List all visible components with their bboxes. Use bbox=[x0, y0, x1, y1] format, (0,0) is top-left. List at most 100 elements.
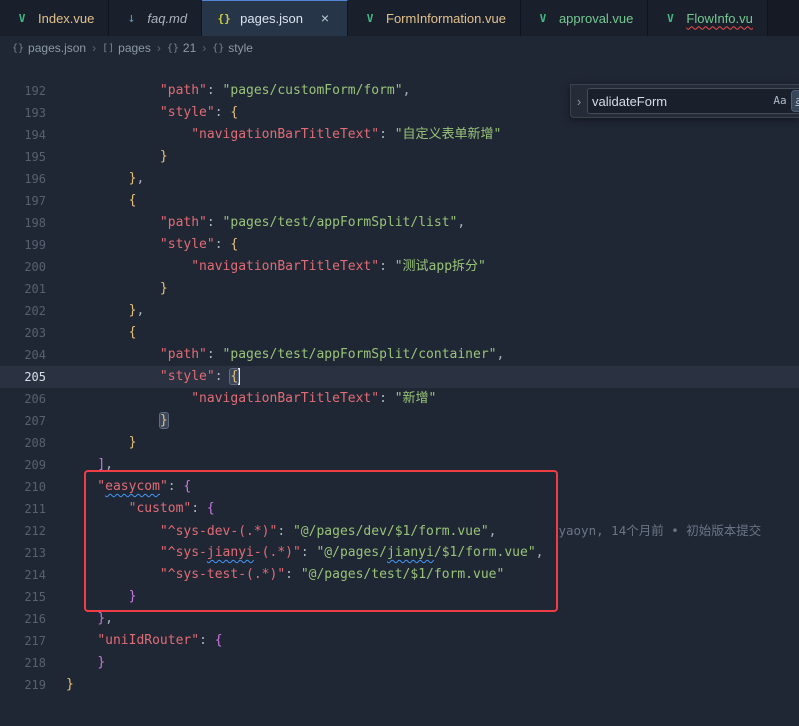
line-content: "style": { bbox=[66, 102, 238, 124]
line-number[interactable]: 212 bbox=[0, 520, 46, 542]
code-line-213[interactable]: 213 "^sys-jianyi-(.*)": "@/pages/jianyi/… bbox=[0, 542, 799, 564]
code-token bbox=[66, 611, 97, 626]
code-line-214[interactable]: 214 "^sys-test-(.*)": "@/pages/test/$1/f… bbox=[0, 564, 799, 586]
line-number[interactable]: 219 bbox=[0, 674, 46, 696]
code-line-196[interactable]: 196 }, bbox=[0, 168, 799, 190]
code-token: "style" bbox=[160, 237, 215, 252]
code-line-201[interactable]: 201 } bbox=[0, 278, 799, 300]
line-number[interactable]: 193 bbox=[0, 102, 46, 124]
code-token bbox=[66, 655, 97, 670]
code-token: { bbox=[230, 369, 238, 384]
code-line-197[interactable]: 197 { bbox=[0, 190, 799, 212]
line-content: "custom": { bbox=[66, 498, 215, 520]
line-number[interactable]: 201 bbox=[0, 278, 46, 300]
line-number[interactable]: 208 bbox=[0, 432, 46, 454]
find-input[interactable] bbox=[592, 94, 768, 109]
code-line-203[interactable]: 203 { bbox=[0, 322, 799, 344]
code-token: "path" bbox=[160, 83, 207, 98]
code-line-210[interactable]: 210 "easycom": { bbox=[0, 476, 799, 498]
code-token: /$1/form.vue" bbox=[434, 545, 536, 560]
line-number[interactable]: 213 bbox=[0, 542, 46, 564]
code-line-194[interactable]: 194 "navigationBarTitleText": "自定义表单新增" bbox=[0, 124, 799, 146]
line-number[interactable]: 209 bbox=[0, 454, 46, 476]
tab-FormInformation.vue[interactable]: VFormInformation.vue bbox=[348, 0, 521, 36]
toggle-replace-chevron-icon[interactable]: › bbox=[571, 94, 587, 109]
code-line-202[interactable]: 202 }, bbox=[0, 300, 799, 322]
code-line-215[interactable]: 215 } bbox=[0, 586, 799, 608]
line-number[interactable]: 211 bbox=[0, 498, 46, 520]
code-line-206[interactable]: 206 "navigationBarTitleText": "新增" bbox=[0, 388, 799, 410]
code-line-205[interactable]: 205 "style": { bbox=[0, 366, 799, 388]
line-number[interactable]: 204 bbox=[0, 344, 46, 366]
code-line-216[interactable]: 216 }, bbox=[0, 608, 799, 630]
breadcrumb-item-pages.json[interactable]: {}pages.json bbox=[12, 41, 86, 55]
line-number[interactable]: 203 bbox=[0, 322, 46, 344]
line-number[interactable]: 196 bbox=[0, 168, 46, 190]
editor[interactable]: › Aa ab .* 192 "path": "pages/customForm… bbox=[0, 60, 799, 726]
line-number[interactable]: 205 bbox=[0, 366, 46, 388]
code-token: } bbox=[160, 149, 168, 164]
tab-FlowInfo.vu[interactable]: VFlowInfo.vu bbox=[648, 0, 767, 36]
code-line-211[interactable]: 211 "custom": { bbox=[0, 498, 799, 520]
tab-close-icon[interactable]: × bbox=[317, 11, 333, 27]
breadcrumb-item-pages[interactable]: []pages bbox=[102, 41, 151, 55]
code-line-200[interactable]: 200 "navigationBarTitleText": "测试app拆分" bbox=[0, 256, 799, 278]
code-line-204[interactable]: 204 "path": "pages/test/appFormSplit/con… bbox=[0, 344, 799, 366]
code-token: : bbox=[207, 347, 223, 362]
line-number[interactable]: 198 bbox=[0, 212, 46, 234]
symbol-icon: {} bbox=[167, 43, 179, 54]
code-token: "@/pages/dev/$1/form.vue" bbox=[293, 524, 489, 539]
line-number[interactable]: 216 bbox=[0, 608, 46, 630]
find-input-box: Aa ab .* bbox=[587, 88, 799, 114]
line-content: "navigationBarTitleText": "自定义表单新增" bbox=[66, 124, 501, 146]
line-number[interactable]: 206 bbox=[0, 388, 46, 410]
tab-label: FormInformation.vue bbox=[386, 11, 506, 26]
code-token: , bbox=[136, 303, 144, 318]
line-number[interactable]: 197 bbox=[0, 190, 46, 212]
line-number[interactable]: 200 bbox=[0, 256, 46, 278]
tab-faq.md[interactable]: ↓faq.md bbox=[109, 0, 202, 36]
tab-approval.vue[interactable]: Vapproval.vue bbox=[521, 0, 648, 36]
line-number[interactable]: 202 bbox=[0, 300, 46, 322]
line-number[interactable]: 199 bbox=[0, 234, 46, 256]
code-token: : bbox=[285, 567, 301, 582]
code-token: "style" bbox=[160, 369, 215, 384]
breadcrumb-label: pages bbox=[118, 41, 151, 55]
line-number[interactable]: 218 bbox=[0, 652, 46, 674]
code-line-198[interactable]: 198 "path": "pages/test/appFormSplit/lis… bbox=[0, 212, 799, 234]
code-line-199[interactable]: 199 "style": { bbox=[0, 234, 799, 256]
code-token bbox=[66, 193, 129, 208]
code-token: { bbox=[129, 193, 137, 208]
breadcrumb-item-style[interactable]: {}style bbox=[212, 41, 253, 55]
line-number[interactable]: 210 bbox=[0, 476, 46, 498]
line-number[interactable]: 215 bbox=[0, 586, 46, 608]
code-line-209[interactable]: 209 ], bbox=[0, 454, 799, 476]
text-cursor bbox=[238, 368, 240, 385]
code-line-212[interactable]: 212 "^sys-dev-(.*)": "@/pages/dev/$1/for… bbox=[0, 520, 799, 542]
line-content: "uniIdRouter": { bbox=[66, 630, 223, 652]
code-token bbox=[66, 303, 129, 318]
match-case-button[interactable]: Aa bbox=[770, 91, 790, 111]
code-line-207[interactable]: 207 } bbox=[0, 410, 799, 432]
tab-Index.vue[interactable]: VIndex.vue bbox=[0, 0, 109, 36]
line-number[interactable]: 194 bbox=[0, 124, 46, 146]
line-number[interactable]: 217 bbox=[0, 630, 46, 652]
line-number[interactable]: 192 bbox=[0, 80, 46, 102]
code-token: "@/pages/ bbox=[316, 545, 386, 560]
code-line-195[interactable]: 195 } bbox=[0, 146, 799, 168]
code-line-218[interactable]: 218 } bbox=[0, 652, 799, 674]
line-number[interactable]: 214 bbox=[0, 564, 46, 586]
code-token bbox=[66, 501, 129, 516]
breadcrumb-item-21[interactable]: {}21 bbox=[167, 41, 196, 55]
code-token: : bbox=[301, 545, 317, 560]
code-line-217[interactable]: 217 "uniIdRouter": { bbox=[0, 630, 799, 652]
code-token: : bbox=[215, 369, 231, 384]
line-number[interactable]: 195 bbox=[0, 146, 46, 168]
code-line-219[interactable]: 219} bbox=[0, 674, 799, 696]
code-token bbox=[66, 391, 191, 406]
whole-word-button[interactable]: ab bbox=[792, 91, 799, 111]
line-number[interactable]: 207 bbox=[0, 410, 46, 432]
code-line-208[interactable]: 208 } bbox=[0, 432, 799, 454]
code-token: "custom" bbox=[129, 501, 192, 516]
tab-pages.json[interactable]: {}pages.json× bbox=[202, 0, 348, 36]
